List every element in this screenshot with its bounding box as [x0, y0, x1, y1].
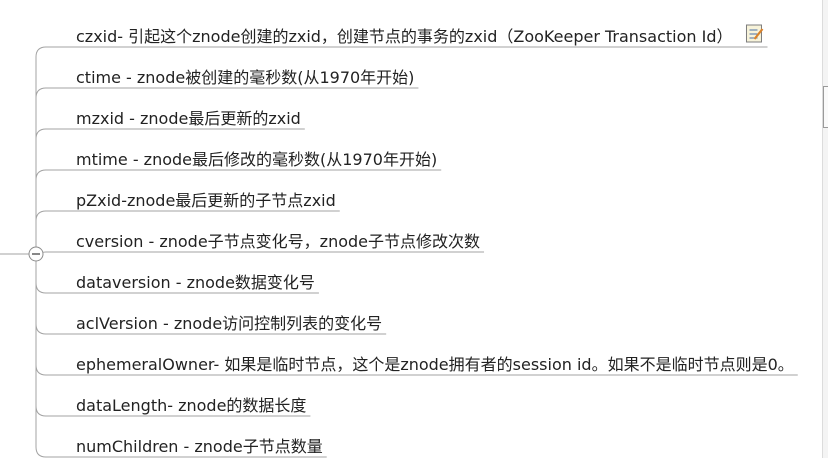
branch-line — [35, 254, 66, 417]
branch-line — [35, 254, 66, 376]
topic-cversion[interactable]: cversion - znode子节点变化号，znode子节点修改次数 — [76, 232, 480, 251]
topic-mtime[interactable]: mtime - znode最后修改的毫秒数(从1970年开始) — [76, 150, 437, 169]
topic-datalength[interactable]: dataLength- znode的数据长度 — [76, 396, 306, 415]
collapse-button[interactable] — [28, 246, 44, 262]
scrollbar-handle[interactable] — [823, 86, 828, 128]
topic-ephemeralowner[interactable]: ephemeralOwner- 如果是临时节点，这个是znode拥有者的sess… — [76, 355, 794, 374]
topic-label: dataLength- znode的数据长度 — [76, 396, 306, 415]
mind-map-canvas: czxid- 引起这个znode创建的zxid，创建节点的事务的zxid（Zoo… — [0, 24, 798, 458]
vertical-scrollbar[interactable] — [822, 0, 828, 458]
topic-label: mtime - znode最后修改的毫秒数(从1970年开始) — [76, 150, 437, 169]
topic-list: czxid- 引起这个znode创建的zxid，创建节点的事务的zxid（Zoo… — [76, 24, 794, 456]
branch-line — [35, 210, 66, 254]
topic-label: ephemeralOwner- 如果是临时节点，这个是znode拥有者的sess… — [76, 355, 794, 374]
topic-label: ctime - znode被创建的毫秒数(从1970年开始) — [76, 68, 414, 87]
topic-label: mzxid - znode最后更新的zxid — [76, 109, 301, 128]
topic-label: czxid- 引起这个znode创建的zxid，创建节点的事务的zxid（Zoo… — [76, 27, 732, 46]
topic-label: cversion - znode子节点变化号，znode子节点修改次数 — [76, 232, 480, 251]
topic-label: aclVersion - znode访问控制列表的变化号 — [76, 314, 382, 333]
topic-label: numChildren - znode子节点数量 — [76, 437, 323, 456]
note-icon[interactable] — [745, 24, 764, 43]
topic-dataversion[interactable]: dataversion - znode数据变化号 — [76, 273, 315, 292]
topic-label: dataversion - znode数据变化号 — [76, 273, 315, 292]
branch-line — [35, 254, 66, 335]
branch-line — [35, 128, 66, 254]
branch-line — [35, 46, 66, 254]
topic-aclversion[interactable]: aclVersion - znode访问控制列表的变化号 — [76, 314, 382, 333]
topic-ctime[interactable]: ctime - znode被创建的毫秒数(从1970年开始) — [76, 68, 414, 87]
branch-line — [35, 254, 66, 458]
topic-numchildren[interactable]: numChildren - znode子节点数量 — [76, 437, 323, 456]
topic-label: pZxid-znode最后更新的子节点zxid — [76, 191, 336, 210]
topic-mzxid[interactable]: mzxid - znode最后更新的zxid — [76, 109, 301, 128]
topic-pzxid[interactable]: pZxid-znode最后更新的子节点zxid — [76, 191, 336, 210]
topic-czxid[interactable]: czxid- 引起这个znode创建的zxid，创建节点的事务的zxid（Zoo… — [76, 24, 764, 46]
